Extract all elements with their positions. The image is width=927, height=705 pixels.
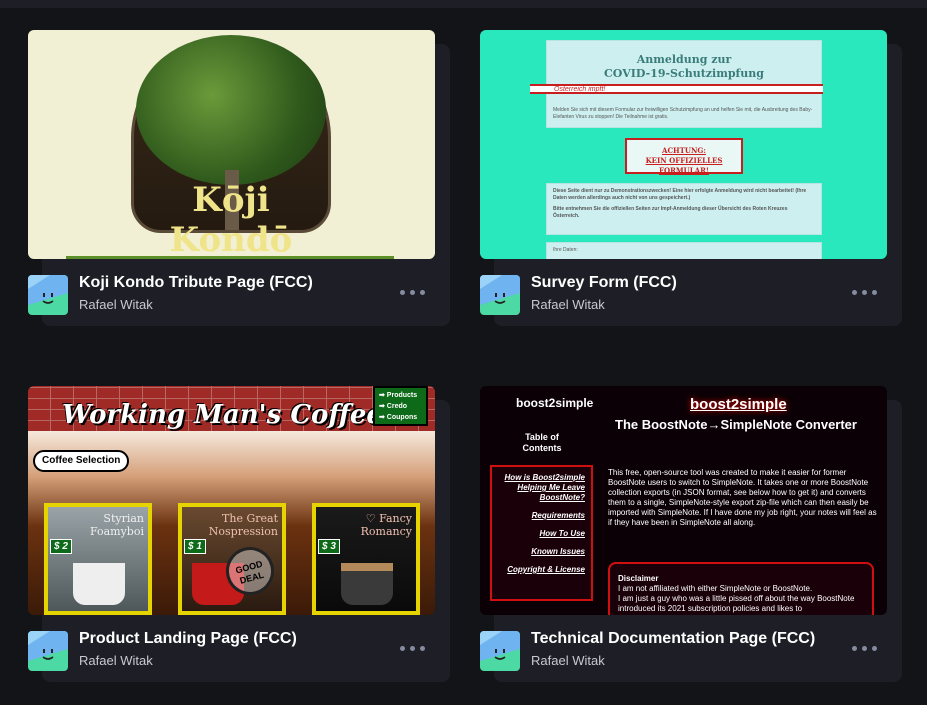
survey-data-box: Ihre Daten: [546, 242, 822, 259]
survey-heading-1: Anmeldung zur [636, 53, 732, 66]
pen-card-survey[interactable]: Anmeldung zur COVID-19-Schutzimpfung Mel… [480, 30, 902, 330]
more-dots-icon[interactable] [400, 284, 428, 300]
tech-heading-2: The BoostNote→SimpleNote Converter [615, 417, 857, 432]
nav-item[interactable]: ➡ Products [379, 390, 422, 401]
pen-title[interactable]: Technical Documentation Page (FCC) [531, 630, 815, 648]
product-price: $ 2 [50, 539, 72, 554]
user-avatar-icon[interactable] [480, 275, 520, 315]
coffee-selection-pill: Coffee Selection [33, 450, 130, 472]
survey-heading-2: COVID-19-Schutzimpfung [604, 67, 764, 80]
disclaimer-line-1: I am not affiliated with either SimpleNo… [618, 584, 813, 593]
toc-heading: Table of Contents [522, 432, 562, 453]
user-avatar-icon[interactable] [480, 631, 520, 671]
product-price: $ 1 [184, 539, 206, 554]
cup-image [73, 563, 125, 605]
warning-line-2: KEIN OFFIZIELLES FORMULAR! [645, 156, 723, 175]
toc-item[interactable]: How To Use [498, 529, 585, 539]
toc-nav: How is Boost2simple Helping Me Leave Boo… [490, 465, 593, 601]
preview-thumbnail[interactable]: Kōji Kondō [28, 30, 435, 259]
warning-line-1: ACHTUNG: [662, 146, 706, 155]
product-price: $ 3 [318, 539, 340, 554]
pen-author[interactable]: Rafael Witak [79, 653, 153, 668]
product-card: ♡ Fancy Romancy $ 3 [312, 503, 420, 615]
more-dots-icon[interactable] [852, 284, 880, 300]
preview-thumbnail[interactable]: Working Man's Coffee ➡ Products ➡ Credo … [28, 386, 435, 615]
card-meta: Product Landing Page (FCC) Rafael Witak [28, 630, 435, 674]
survey-intro: Melden Sie sich mit diesem Formular zur … [553, 107, 813, 120]
tech-brand: boost2simple [516, 396, 594, 410]
coffee-logo: Working Man's Coffee [62, 400, 383, 430]
koji-logo-text: Kōji Kondō [169, 180, 293, 259]
cup-image [341, 563, 393, 605]
card-meta: Survey Form (FCC) Rafael Witak [480, 274, 887, 318]
preview-thumbnail[interactable]: Anmeldung zur COVID-19-Schutzimpfung Mel… [480, 30, 887, 259]
toc-item[interactable]: Copyright & License [498, 565, 585, 575]
pen-author[interactable]: Rafael Witak [531, 653, 605, 668]
survey-warning: ACHTUNG: KEIN OFFIZIELLES FORMULAR! [625, 138, 743, 175]
disclaimer-line-2: I am just a guy who was a little pissed … [618, 594, 855, 613]
pen-author[interactable]: Rafael Witak [531, 297, 605, 312]
more-dots-icon[interactable] [400, 640, 428, 656]
stamp-text: GOOD DEAL [234, 558, 265, 586]
toc-item[interactable]: Requirements [498, 511, 585, 521]
nav-item[interactable]: ➡ Coupons [379, 412, 422, 423]
toc-item[interactable]: Known Issues [498, 547, 585, 557]
user-avatar-icon[interactable] [28, 275, 68, 315]
preview-thumbnail[interactable]: boost2simple boost2simple The BoostNote→… [480, 386, 887, 615]
tech-intro: This free, open-source tool was created … [608, 468, 877, 527]
disclaimer-box: Disclaimer I am not affiliated with eith… [608, 562, 874, 615]
survey-notice: Diese Seite dient nur zu Demonstrationsz… [553, 188, 807, 201]
tech-heading-1: boost2simple [690, 396, 787, 413]
product-card: The Great Nospression $ 1 GOOD DEAL [178, 503, 286, 615]
disclaimer-heading: Disclaimer [618, 574, 659, 583]
pen-title[interactable]: Product Landing Page (FCC) [79, 630, 297, 648]
pen-title[interactable]: Koji Kondo Tribute Page (FCC) [79, 274, 313, 292]
top-bar [0, 0, 927, 8]
card-meta: Technical Documentation Page (FCC) Rafae… [480, 630, 887, 674]
more-dots-icon[interactable] [852, 640, 880, 656]
survey-notice-2: Bitte entnehmen Sie die offiziellen Seit… [553, 206, 788, 219]
nav-item[interactable]: ➡ Credo [379, 401, 422, 412]
survey-notice-box: Diese Seite dient nur zu Demonstrationsz… [546, 183, 822, 235]
toc-item[interactable]: How is Boost2simple Helping Me Leave Boo… [498, 473, 585, 503]
pen-card-techdoc[interactable]: boost2simple boost2simple The BoostNote→… [480, 386, 902, 686]
pen-card-coffee[interactable]: Working Man's Coffee ➡ Products ➡ Credo … [28, 386, 450, 686]
pen-card-koji[interactable]: Kōji Kondō Koji Kondo Tribute Page (FCC)… [28, 30, 450, 330]
coffee-nav: ➡ Products ➡ Credo ➡ Coupons [373, 386, 428, 426]
card-meta: Koji Kondo Tribute Page (FCC) Rafael Wit… [28, 274, 435, 318]
product-name: Styrian Foamyboi [89, 512, 144, 538]
product-name: ♡ Fancy Romancy [360, 512, 412, 538]
product-card: Styrian Foamyboi $ 2 [44, 503, 152, 615]
green-divider [66, 256, 394, 259]
pen-author[interactable]: Rafael Witak [79, 297, 153, 312]
user-avatar-icon[interactable] [28, 631, 68, 671]
survey-data-label: Ihre Daten: [553, 247, 578, 253]
tree-image [136, 35, 326, 185]
product-name: The Great Nospression [208, 512, 278, 538]
survey-stripe: Österreich impft! [530, 84, 823, 94]
pen-title[interactable]: Survey Form (FCC) [531, 274, 677, 292]
